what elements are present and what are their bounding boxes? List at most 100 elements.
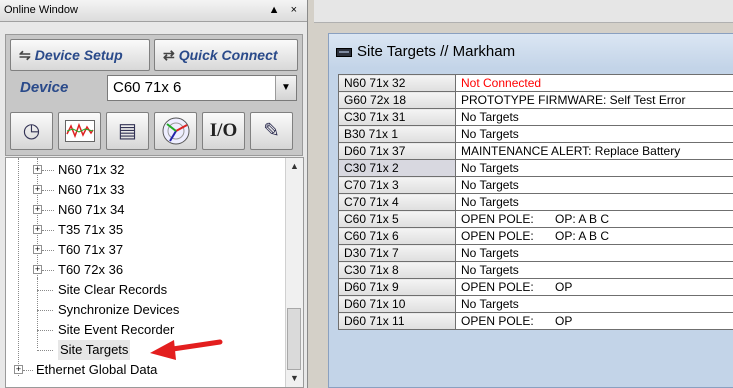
table-row[interactable]: D30 71x 7 No Targets	[338, 244, 733, 262]
tree-item-label: Site Targets	[58, 340, 131, 360]
status-cell: OPEN POLE: OP: A B C	[455, 210, 733, 228]
tree-item-label: N60 71x 33	[58, 182, 125, 197]
tree-item-label: T35 71x 35	[58, 222, 124, 237]
status-text: No Targets	[461, 297, 519, 311]
tree-connector	[42, 190, 54, 191]
status-cell: No Targets	[455, 261, 733, 279]
status-text: No Targets	[461, 195, 519, 209]
table-row[interactable]: D60 71x 10 No Targets	[338, 295, 733, 313]
status-text: MAINTENANCE ALERT: Replace Battery	[461, 144, 681, 158]
site-targets-title: Site Targets // Markham	[357, 43, 516, 60]
device-cell[interactable]: D30 71x 7	[338, 244, 456, 262]
device-cell[interactable]: D60 71x 11	[338, 312, 456, 330]
scroll-down-icon[interactable]: ▼	[286, 370, 303, 387]
status-detail: OP: A B C	[555, 212, 610, 226]
table-row[interactable]: D60 71x 11 OPEN POLE: OP	[338, 312, 733, 330]
status-cell: OPEN POLE: OP	[455, 312, 733, 330]
table-row[interactable]: C30 71x 31 No Targets	[338, 108, 733, 126]
table-row[interactable]: C60 71x 6 OPEN POLE: OP: A B C	[338, 227, 733, 245]
expand-icon[interactable]: +	[33, 165, 42, 174]
device-cell[interactable]: D60 71x 37	[338, 142, 456, 160]
settings-file-icon[interactable]: ✎	[250, 112, 293, 150]
device-cell[interactable]: D60 71x 10	[338, 295, 456, 313]
expand-icon[interactable]: +	[33, 245, 42, 254]
tree-connector	[42, 250, 54, 251]
status-cell: MAINTENANCE ALERT: Replace Battery	[455, 142, 733, 160]
tree-scrollbar[interactable]: ▲ ▼	[285, 158, 303, 387]
tree-connector	[37, 350, 53, 351]
table-row[interactable]: D60 71x 37 MAINTENANCE ALERT: Replace Bat…	[338, 142, 733, 160]
expand-icon[interactable]: +	[33, 185, 42, 194]
table-row[interactable]: B30 71x 1 No Targets	[338, 125, 733, 143]
tree-connector	[42, 230, 54, 231]
device-cell[interactable]: C30 71x 2	[338, 159, 456, 177]
tree-connector	[37, 310, 53, 311]
device-cell[interactable]: C60 71x 5	[338, 210, 456, 228]
tree-connector	[42, 170, 54, 171]
device-dropdown[interactable]: C60 71x 6 ▼	[107, 75, 297, 101]
device-cell[interactable]: C70 71x 4	[338, 193, 456, 211]
device-toolbar: ⇋ Device Setup ⇄ Quick Connect Device C60 …	[5, 34, 303, 156]
waveform-icon[interactable]	[58, 112, 101, 150]
device-setup-button[interactable]: ⇋ Device Setup	[10, 39, 150, 71]
device-cell[interactable]: N60 71x 32	[338, 74, 456, 92]
status-text: OPEN POLE:	[461, 229, 534, 243]
io-icon[interactable]: I/O	[202, 112, 245, 150]
device-cell[interactable]: C70 71x 3	[338, 176, 456, 194]
status-cell: PROTOTYPE FIRMWARE: Self Test Error	[455, 91, 733, 109]
device-tree[interactable]: + N60 71x 32 + N60 71x 33 + N60 71x 34 +…	[5, 157, 304, 388]
tree-item-label: Site Event Recorder	[58, 322, 175, 337]
table-row[interactable]: C60 71x 5 OPEN POLE: OP: A B C	[338, 210, 733, 228]
expand-icon[interactable]: +	[33, 265, 42, 274]
status-cell: No Targets	[455, 159, 733, 177]
tree-item-label: Synchronize Devices	[58, 302, 180, 317]
online-window-panel: Online Window ▲ × ⇋ Device Setup ⇄ Quick C…	[0, 0, 308, 388]
device-cell[interactable]: B30 71x 1	[338, 125, 456, 143]
status-cell: OPEN POLE: OP	[455, 278, 733, 296]
scrollbar-thumb[interactable]	[287, 308, 301, 370]
status-text: No Targets	[461, 127, 519, 141]
workspace-area: Site Targets // Markham N60 71x 32 Not Co…	[314, 0, 733, 388]
device-cell[interactable]: D60 71x 9	[338, 278, 456, 296]
device-cell[interactable]: C30 71x 31	[338, 108, 456, 126]
device-cell[interactable]: G60 72x 18	[338, 91, 456, 109]
expand-icon[interactable]: +	[33, 205, 42, 214]
table-row[interactable]: C70 71x 3 No Targets	[338, 176, 733, 194]
table-row[interactable]: D60 71x 9 OPEN POLE: OP	[338, 278, 733, 296]
table-row[interactable]: N60 71x 32 Not Connected	[338, 74, 733, 92]
clock-calendar-icon[interactable]: ◷	[10, 112, 53, 150]
device-label: Device	[20, 79, 69, 96]
tree-item-label: N60 71x 32	[58, 162, 125, 177]
tree-item-label: Ethernet Global Data	[36, 362, 158, 377]
status-text: Not Connected	[461, 76, 542, 90]
table-row[interactable]: G60 72x 18 PROTOTYPE FIRMWARE: Self Test …	[338, 91, 733, 109]
panel-controls[interactable]: ▲ ×	[269, 0, 301, 20]
expand-icon[interactable]: +	[14, 365, 23, 374]
documents-icon[interactable]: ▤	[106, 112, 149, 150]
device-setup-label: Device Setup	[34, 47, 123, 63]
device-selected-value: C60 71x 6	[113, 79, 182, 96]
tree-connector	[37, 330, 53, 331]
tree-item-label: T60 72x 36	[58, 262, 124, 277]
table-row[interactable]: C30 71x 2 No Targets	[338, 159, 733, 177]
status-detail: OP	[555, 280, 573, 294]
tree-connector	[23, 370, 33, 371]
table-row[interactable]: C30 71x 8 No Targets	[338, 261, 733, 279]
scroll-up-icon[interactable]: ▲	[286, 158, 303, 175]
status-text: OPEN POLE:	[461, 314, 534, 328]
device-cell[interactable]: C30 71x 8	[338, 261, 456, 279]
status-text: PROTOTYPE FIRMWARE: Self Test Error	[461, 93, 686, 107]
phasor-icon[interactable]	[154, 112, 197, 150]
tree-connector	[42, 210, 54, 211]
quick-connect-button[interactable]: ⇄ Quick Connect	[154, 39, 298, 71]
chevron-down-icon[interactable]: ▼	[275, 76, 296, 100]
status-text: No Targets	[461, 178, 519, 192]
tree-connector	[42, 270, 54, 271]
expand-icon[interactable]: +	[33, 225, 42, 234]
device-setup-icon: ⇋	[19, 47, 31, 63]
tree-item-label: T60 71x 37	[58, 242, 124, 257]
site-targets-table: N60 71x 32 Not Connected G60 72x 18 PROTOTY…	[338, 74, 733, 330]
table-row[interactable]: C70 71x 4 No Targets	[338, 193, 733, 211]
device-cell[interactable]: C60 71x 6	[338, 227, 456, 245]
quick-connect-label: Quick Connect	[178, 47, 278, 63]
